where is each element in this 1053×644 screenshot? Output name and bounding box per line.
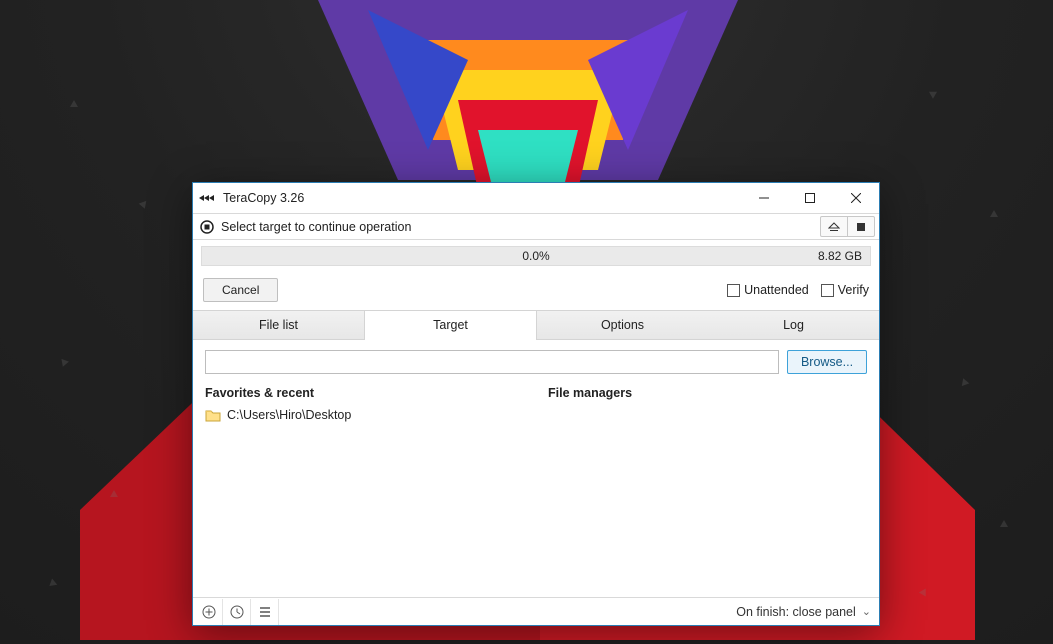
tab-strip: File list Target Options Log xyxy=(193,310,879,340)
file-managers-heading: File managers xyxy=(548,386,867,400)
eject-button[interactable] xyxy=(820,216,848,237)
bottom-bar: On finish: close panel ⌄ xyxy=(193,597,879,625)
on-finish-dropdown[interactable]: On finish: close panel ⌄ xyxy=(736,605,871,619)
file-managers-column: File managers xyxy=(548,386,867,591)
unattended-label: Unattended xyxy=(744,283,809,297)
favorite-item[interactable]: C:\Users\Hiro\Desktop xyxy=(205,406,524,424)
status-icon xyxy=(199,219,215,235)
browse-button[interactable]: Browse... xyxy=(787,350,867,374)
tab-options[interactable]: Options xyxy=(537,311,708,339)
history-button[interactable] xyxy=(223,599,251,625)
window-controls xyxy=(741,183,879,213)
unattended-checkbox[interactable]: Unattended xyxy=(727,283,809,297)
tab-target[interactable]: Target xyxy=(364,311,537,339)
tab-label: Log xyxy=(783,318,804,332)
checkbox-box xyxy=(727,284,740,297)
window-title: TeraCopy 3.26 xyxy=(223,191,304,205)
favorites-column: Favorites & recent C:\Users\Hiro\Desktop xyxy=(205,386,524,591)
tab-label: Options xyxy=(601,318,644,332)
checkbox-box xyxy=(821,284,834,297)
tab-label: Target xyxy=(433,318,468,332)
maximize-button[interactable] xyxy=(787,183,833,213)
folder-icon xyxy=(205,408,221,422)
menu-button[interactable] xyxy=(251,599,279,625)
close-button[interactable] xyxy=(833,183,879,213)
cancel-button[interactable]: Cancel xyxy=(203,278,278,302)
teracopy-window: TeraCopy 3.26 Select target to continue … xyxy=(192,182,880,626)
target-path-input[interactable] xyxy=(205,350,779,374)
progress-bar: 0.0% 8.82 GB xyxy=(201,246,871,266)
progress-percent: 0.0% xyxy=(522,249,549,263)
chevron-down-icon: ⌄ xyxy=(862,605,871,618)
stop-button[interactable] xyxy=(847,216,875,237)
action-row: Cancel Unattended Verify xyxy=(193,270,879,310)
favorites-heading: Favorites & recent xyxy=(205,386,524,400)
app-icon xyxy=(199,189,217,207)
status-text: Select target to continue operation xyxy=(221,220,411,234)
status-row: Select target to continue operation xyxy=(193,213,879,240)
title-bar[interactable]: TeraCopy 3.26 xyxy=(193,183,879,213)
minimize-button[interactable] xyxy=(741,183,787,213)
verify-checkbox[interactable]: Verify xyxy=(821,283,869,297)
add-button[interactable] xyxy=(195,599,223,625)
tab-label: File list xyxy=(259,318,298,332)
progress-total-size: 8.82 GB xyxy=(818,249,862,263)
on-finish-label: On finish: close panel xyxy=(736,605,856,619)
favorite-path: C:\Users\Hiro\Desktop xyxy=(227,408,351,422)
tab-file-list[interactable]: File list xyxy=(193,311,364,339)
progress-wrap: 0.0% 8.82 GB xyxy=(193,240,879,270)
verify-label: Verify xyxy=(838,283,869,297)
tab-log[interactable]: Log xyxy=(708,311,879,339)
browse-button-label: Browse... xyxy=(801,355,853,369)
target-tab-body: Browse... Favorites & recent C:\Users\Hi… xyxy=(193,340,879,597)
cancel-button-label: Cancel xyxy=(222,283,259,297)
